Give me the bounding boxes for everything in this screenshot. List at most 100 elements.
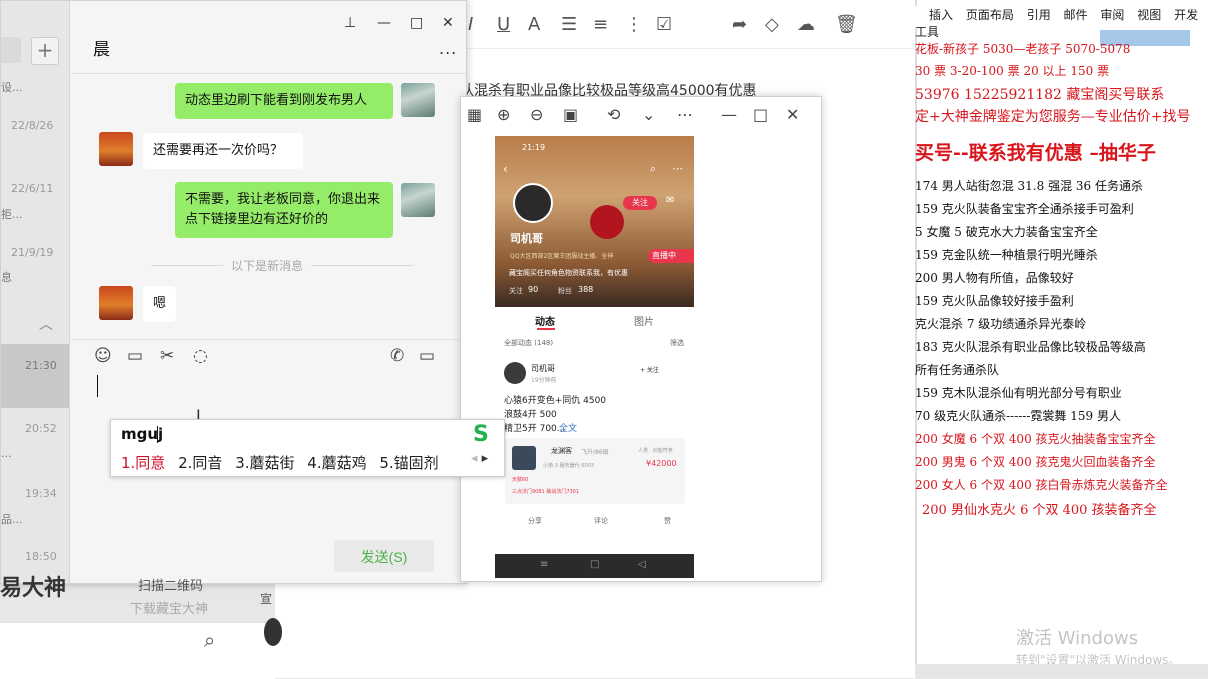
- ribbon-tab-view[interactable]: 视图: [1137, 8, 1161, 22]
- message-bubble-received[interactable]: 嗯: [143, 286, 177, 322]
- conversation-row-selected[interactable]: [1, 344, 69, 408]
- close-icon[interactable]: ✕: [442, 15, 454, 31]
- share-icon[interactable]: ➦: [732, 14, 747, 35]
- sheet-line: 159 克木队混杀仙有明光部分号有职业: [915, 386, 1122, 400]
- ribbon-menu: 插入 页面布局 引用 邮件 审阅 视图 开发工具: [915, 6, 1208, 39]
- ime-candidate[interactable]: 1.同意: [121, 454, 165, 472]
- grid-icon[interactable]: ▦: [467, 105, 482, 124]
- message-bubble-sent[interactable]: 动态里边刷下能看到刚发布男人: [175, 83, 393, 119]
- search-input[interactable]: [1, 37, 21, 63]
- ime-candidate[interactable]: 4.蘑菇鸡: [307, 454, 366, 472]
- conversation-snippet[interactable]: 设...: [1, 79, 23, 95]
- full-text-link[interactable]: 全文: [559, 421, 577, 434]
- conversation-date: 21/9/19: [11, 246, 54, 259]
- underline-icon[interactable]: U: [497, 14, 510, 35]
- close-icon[interactable]: ✕: [786, 105, 799, 124]
- chevron-left-icon[interactable]: ◂: [471, 451, 478, 466]
- ribbon-tab-layout[interactable]: 页面布局: [966, 8, 1014, 22]
- conversation-date: 19:34: [25, 487, 57, 500]
- ime-candidate-window: mguj S 1.同意 2.同音 3.蘑菇街 4.蘑菇鸡 5.锚固剂 ◂ ▸: [110, 419, 505, 477]
- message-bubble-received[interactable]: 还需要再还一次价吗？: [143, 133, 303, 169]
- chevron-up-icon[interactable]: ︿: [39, 314, 53, 334]
- profile-avatar[interactable]: [513, 183, 553, 223]
- back-icon[interactable]: ‹: [503, 162, 508, 176]
- follow-button[interactable]: 关注: [623, 196, 657, 210]
- search-icon[interactable]: ⌕: [204, 628, 215, 652]
- tag-icon[interactable]: ◇: [765, 14, 779, 35]
- ribbon-tab-references[interactable]: 引用: [1027, 8, 1051, 22]
- minimize-icon[interactable]: —: [721, 105, 737, 124]
- chevron-down-icon[interactable]: ⌄: [642, 105, 655, 124]
- numbered-list-icon[interactable]: ≡: [593, 14, 608, 35]
- actual-size-icon[interactable]: ▣: [563, 105, 578, 124]
- task-icon[interactable]: ☑: [656, 14, 672, 35]
- video-icon[interactable]: ▭: [419, 346, 435, 366]
- chat-bubble-icon[interactable]: ◌: [193, 346, 208, 366]
- mail-icon[interactable]: ✉: [666, 195, 674, 206]
- conversation-snippet[interactable]: 品...: [1, 511, 23, 527]
- bullet-list-icon[interactable]: ☰: [561, 14, 577, 35]
- tab-pictures[interactable]: 图片: [634, 313, 654, 328]
- tab-dynamic[interactable]: 动态: [535, 313, 555, 328]
- more-options-button[interactable]: ...: [439, 39, 457, 58]
- maximize-icon[interactable]: □: [753, 105, 768, 124]
- horizontal-scrollbar[interactable]: [915, 664, 1208, 678]
- more-icon[interactable]: ⋯: [677, 105, 693, 124]
- conversation-date: 20:52: [25, 422, 57, 435]
- post-avatar[interactable]: [504, 362, 526, 384]
- chevron-right-icon[interactable]: ▸: [482, 451, 489, 466]
- message-bubble-sent[interactable]: 不需要，我让老板同意，你退出来点下链接里边有还好价的: [175, 182, 393, 238]
- like-button[interactable]: 赞: [664, 516, 671, 526]
- ime-page-arrows[interactable]: ◂ ▸: [471, 451, 488, 466]
- conversation-snippet[interactable]: ...: [1, 447, 12, 460]
- app-icon[interactable]: [264, 618, 282, 646]
- zoom-in-icon[interactable]: ⊕: [497, 105, 510, 124]
- conversation-snippet[interactable]: 拒...: [1, 206, 23, 222]
- zoom-out-icon[interactable]: ⊖: [530, 105, 543, 124]
- menu-icon[interactable]: ≡: [540, 559, 548, 570]
- live-badge[interactable]: 直播中: [648, 249, 694, 263]
- ribbon-tab-insert[interactable]: 插入: [929, 8, 953, 22]
- ime-candidate[interactable]: 5.锚固剂: [379, 454, 438, 472]
- folder-icon[interactable]: ▭: [127, 346, 143, 366]
- post-author: 司机哥: [531, 364, 555, 373]
- avatar[interactable]: [401, 183, 435, 217]
- ime-candidate[interactable]: 2.同音: [178, 454, 222, 472]
- back-icon[interactable]: ◁: [638, 559, 646, 570]
- sheet-line: 花板-新孩子 5030—老孩子 5070-5078: [915, 42, 1131, 56]
- search-icon[interactable]: ⌕: [650, 162, 656, 176]
- profile-bio: 藏宝阁买任何角色物资联系我，有优惠: [509, 269, 628, 277]
- avatar[interactable]: [99, 132, 133, 166]
- minimize-icon[interactable]: —: [377, 15, 391, 31]
- ime-candidate[interactable]: 3.蘑菇街: [235, 454, 294, 472]
- send-button[interactable]: 发送(S): [334, 540, 434, 572]
- avatar[interactable]: [99, 286, 133, 320]
- avatar[interactable]: [401, 83, 435, 117]
- more-icon[interactable]: ⋯: [672, 162, 683, 175]
- add-chat-button[interactable]: +: [31, 37, 59, 65]
- phone-icon[interactable]: ✆: [390, 346, 404, 366]
- filter-button[interactable]: 筛选: [670, 338, 684, 348]
- trash-icon[interactable]: 🗑: [835, 14, 858, 35]
- font-size-icon[interactable]: A: [528, 14, 540, 35]
- card-meta: 飞升/86级: [581, 449, 609, 456]
- italic-icon[interactable]: I: [468, 14, 473, 35]
- ribbon-tab-review[interactable]: 审阅: [1100, 8, 1124, 22]
- sheet-line: 买号--联系我有优惠 –抽华子: [915, 142, 1156, 164]
- share-button[interactable]: 分享: [528, 516, 542, 526]
- scissors-icon[interactable]: ✂: [160, 346, 174, 366]
- maximize-icon[interactable]: □: [410, 15, 423, 31]
- rotate-icon[interactable]: ⟲: [607, 105, 620, 124]
- checklist-icon[interactable]: ⋮: [625, 14, 643, 35]
- cloud-upload-icon[interactable]: ☁: [797, 14, 815, 35]
- conversation-snippet[interactable]: 息: [1, 269, 12, 285]
- emoji-icon[interactable]: ☺: [94, 346, 112, 366]
- text-cursor[interactable]: [97, 375, 98, 397]
- pin-icon[interactable]: ⊥: [344, 15, 356, 31]
- profile-badge: QQ大区西部2区魔王团服战主播、全神: [510, 253, 614, 260]
- sheet-line: 5 女魔 5 破克水大力装备宝宝齐全: [915, 225, 1098, 239]
- post-follow-button[interactable]: + 关注: [640, 365, 659, 374]
- ribbon-tab-mail[interactable]: 邮件: [1064, 8, 1088, 22]
- home-icon[interactable]: □: [590, 559, 599, 570]
- comment-button[interactable]: 评论: [594, 516, 608, 526]
